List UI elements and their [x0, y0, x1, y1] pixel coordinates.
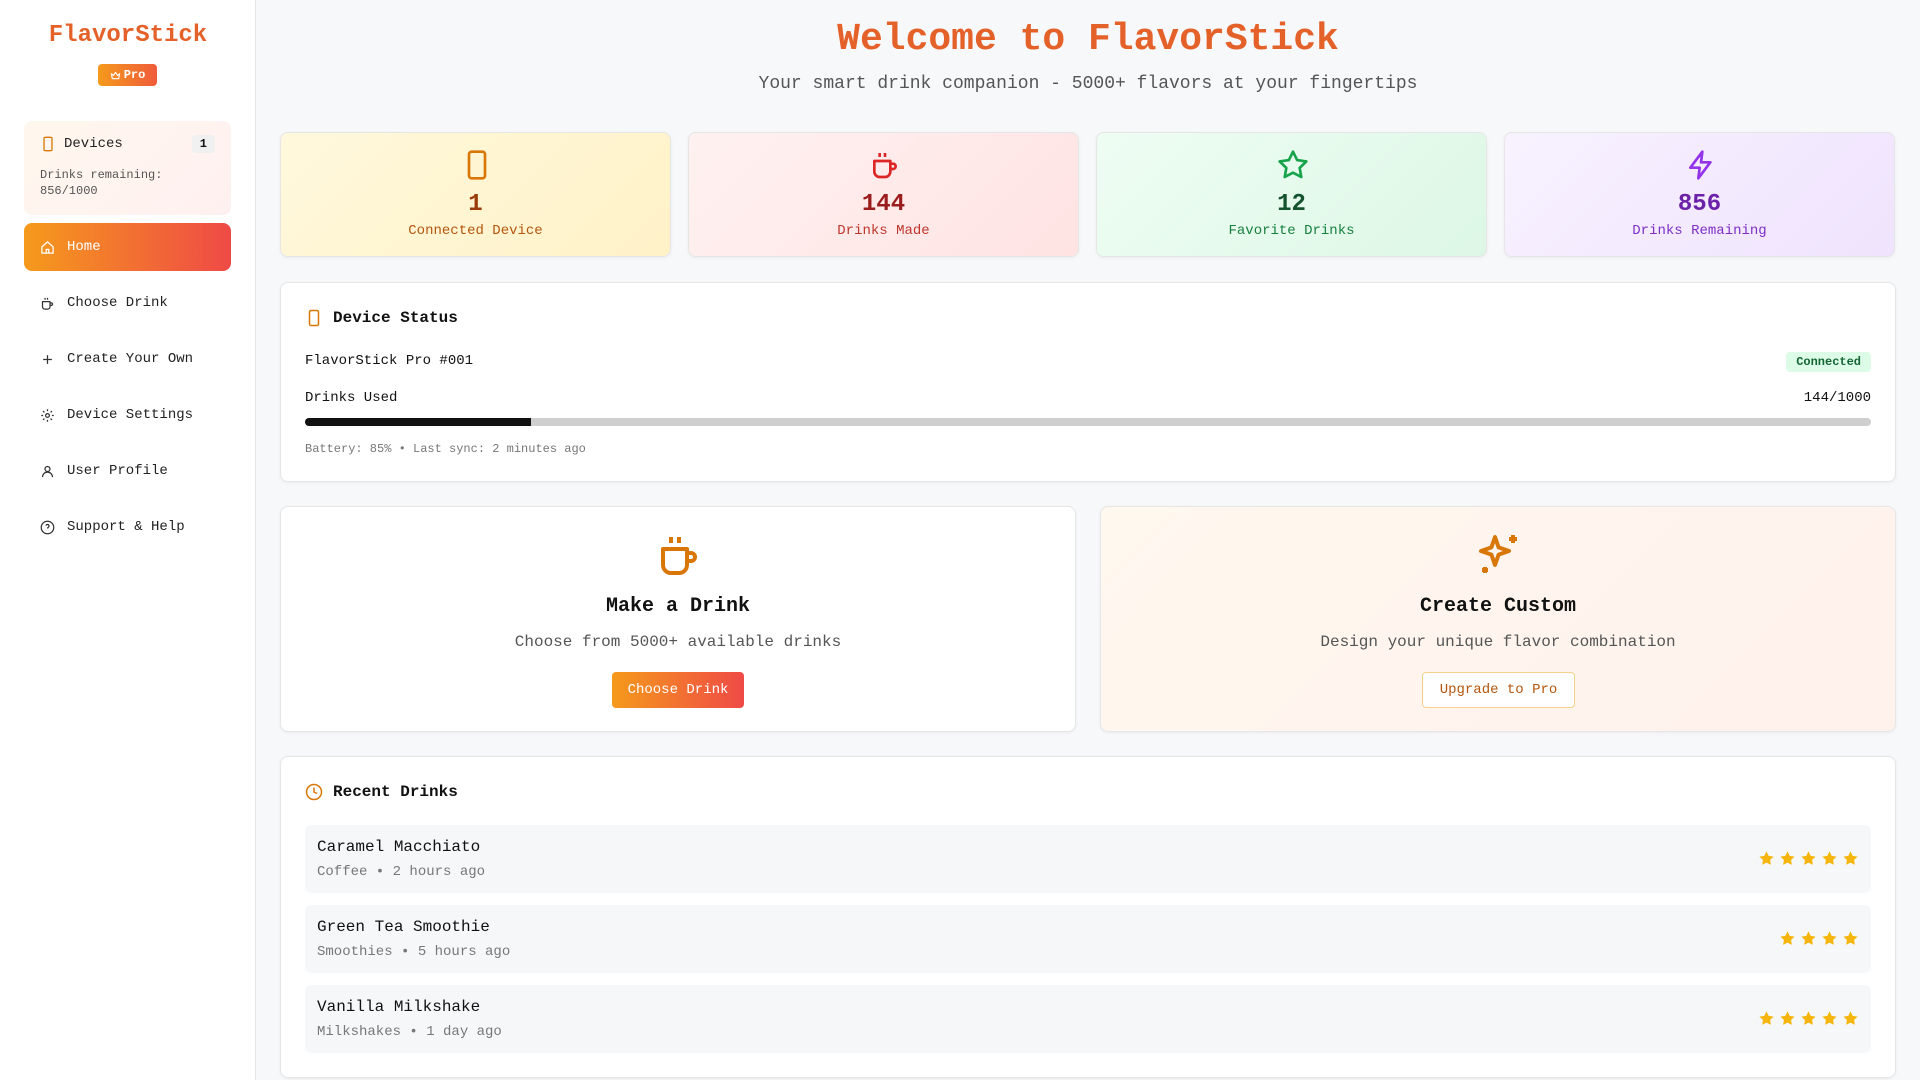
battery-sync-text: Battery: 85% • Last sync: 2 minutes ago	[305, 442, 586, 456]
upgrade-to-pro-button[interactable]: Upgrade to Pro	[1422, 672, 1575, 708]
star-icon	[1759, 1011, 1774, 1025]
drink-meta: Smoothies • 5 hours ago	[317, 944, 511, 960]
gear-icon	[41, 408, 54, 422]
device-status-card: Device Status FlavorStick Pro #001 Conne…	[280, 282, 1896, 482]
stat-favorite-drinks: 12 Favorite Drinks	[1096, 132, 1487, 257]
drink-meta: Milkshakes • 1 day ago	[317, 1024, 502, 1040]
drinks-remaining-text: Drinks remaining: 856/1000	[40, 168, 163, 198]
drinks-used-progress-fill	[305, 418, 531, 426]
sidebar-item-label: User Profile	[67, 463, 168, 479]
star-icon	[1801, 1011, 1816, 1025]
sidebar-item-home[interactable]: Home	[24, 223, 231, 271]
sparkles-icon	[1479, 535, 1517, 573]
sidebar-item-user-profile[interactable]: User Profile	[24, 447, 231, 495]
coffee-cup-icon	[661, 537, 697, 575]
star-icon	[1780, 851, 1795, 865]
stat-connected-device: 1 Connected Device	[280, 132, 671, 257]
stat-value: 856	[1677, 191, 1722, 218]
make-drink-title: Make a Drink	[605, 595, 751, 618]
stat-label: Favorite Drinks	[1228, 223, 1355, 239]
stat-value: 1	[468, 191, 483, 218]
devices-label: Devices	[64, 136, 123, 152]
sidebar-item-label: Choose Drink	[67, 295, 168, 311]
list-item[interactable]: Green Tea Smoothie Smoothies • 5 hours a…	[305, 905, 1871, 973]
list-item[interactable]: Vanilla Milkshake Milkshakes • 1 day ago	[305, 985, 1871, 1053]
sidebar-item-label: Create Your Own	[67, 351, 194, 367]
star-icon	[1843, 1011, 1858, 1025]
crown-icon	[110, 71, 120, 79]
sidebar-item-choose-drink[interactable]: Choose Drink	[24, 279, 231, 327]
home-icon	[41, 240, 54, 254]
star-icon	[1843, 851, 1858, 865]
choose-drink-button[interactable]: Choose Drink	[612, 672, 744, 708]
create-custom-desc: Design your unique flavor combination	[1320, 633, 1676, 651]
create-custom-card: Create Custom Design your unique flavor …	[1100, 506, 1896, 732]
stats-row: 1 Connected Device 144 Drinks Made 12 Fa…	[280, 132, 1896, 257]
stat-drinks-made: 144 Drinks Made	[688, 132, 1079, 257]
drink-name: Caramel Macchiato	[317, 838, 481, 856]
star-icon	[1759, 851, 1774, 865]
drink-name: Green Tea Smoothie	[317, 918, 490, 936]
sidebar-item-support-help[interactable]: Support & Help	[24, 503, 231, 551]
device-status-title: Device Status	[333, 309, 458, 327]
recent-drinks-card: Recent Drinks Caramel Macchiato Coffee •…	[280, 756, 1896, 1078]
brand-logo: FlavorStick	[48, 22, 208, 49]
stat-value: 144	[861, 191, 906, 218]
make-drink-desc: Choose from 5000+ available drinks	[514, 633, 842, 651]
drinks-used-label: Drinks Used	[305, 390, 398, 406]
sidebar-item-label: Home	[67, 239, 101, 255]
sidebar-item-label: Device Settings	[67, 407, 194, 423]
drink-meta: Coffee • 2 hours ago	[317, 864, 486, 880]
stat-label: Drinks Remaining	[1632, 223, 1767, 239]
star-icon	[1780, 1011, 1795, 1025]
sidebar-nav: Home Choose Drink Create Your Own Device…	[24, 223, 231, 559]
star-icon	[1822, 851, 1837, 865]
drinks-used-value: 144/1000	[1803, 390, 1871, 406]
device-icon	[308, 309, 320, 327]
recent-drinks-list: Caramel Macchiato Coffee • 2 hours ago G…	[305, 825, 1871, 1065]
star-icon	[1822, 1011, 1837, 1025]
star-icon	[1822, 931, 1837, 945]
star-rating	[1758, 850, 1859, 867]
sidebar: FlavorStick Pro Devices 1 Drinks remaini…	[0, 0, 256, 1080]
star-rating	[1779, 930, 1859, 947]
page-subtitle: Your smart drink companion - 5000+ flavo…	[758, 74, 1418, 94]
make-drink-card: Make a Drink Choose from 5000+ available…	[280, 506, 1076, 732]
star-icon	[1801, 851, 1816, 865]
device-name: FlavorStick Pro #001	[305, 353, 474, 369]
star-icon	[1278, 150, 1308, 179]
create-custom-title: Create Custom	[1419, 595, 1577, 618]
drinks-used-progress-bar	[305, 418, 1871, 426]
stat-label: Connected Device	[408, 223, 543, 239]
stat-value: 12	[1277, 191, 1306, 218]
status-badge: Connected	[1786, 352, 1871, 372]
pro-badge-label: Pro	[123, 68, 146, 82]
sidebar-item-device-settings[interactable]: Device Settings	[24, 391, 231, 439]
main-content: Welcome to FlavorStick Your smart drink …	[280, 0, 1896, 1080]
cup-icon	[873, 153, 897, 179]
device-icon	[43, 136, 53, 152]
sidebar-item-create-your-own[interactable]: Create Your Own	[24, 335, 231, 383]
list-item[interactable]: Caramel Macchiato Coffee • 2 hours ago	[305, 825, 1871, 893]
page-title: Welcome to FlavorStick	[837, 18, 1339, 61]
device-icon	[467, 150, 487, 180]
star-icon	[1780, 931, 1795, 945]
recent-drinks-title: Recent Drinks	[333, 783, 458, 801]
pro-badge: Pro	[98, 64, 157, 86]
sidebar-item-label: Support & Help	[67, 519, 185, 535]
star-rating	[1758, 1010, 1859, 1027]
star-icon	[1843, 931, 1858, 945]
lightning-icon	[1689, 150, 1712, 180]
clock-icon	[305, 783, 323, 801]
stat-drinks-remaining: 856 Drinks Remaining	[1504, 132, 1895, 257]
drink-name: Vanilla Milkshake	[317, 998, 481, 1016]
devices-count-badge: 1	[191, 135, 215, 153]
user-icon	[41, 465, 54, 477]
cup-icon	[41, 297, 54, 310]
stat-label: Drinks Made	[837, 223, 930, 239]
plus-icon	[43, 354, 52, 364]
help-icon	[40, 520, 55, 534]
star-icon	[1801, 931, 1816, 945]
devices-card[interactable]: Devices 1 Drinks remaining: 856/1000	[24, 121, 231, 215]
